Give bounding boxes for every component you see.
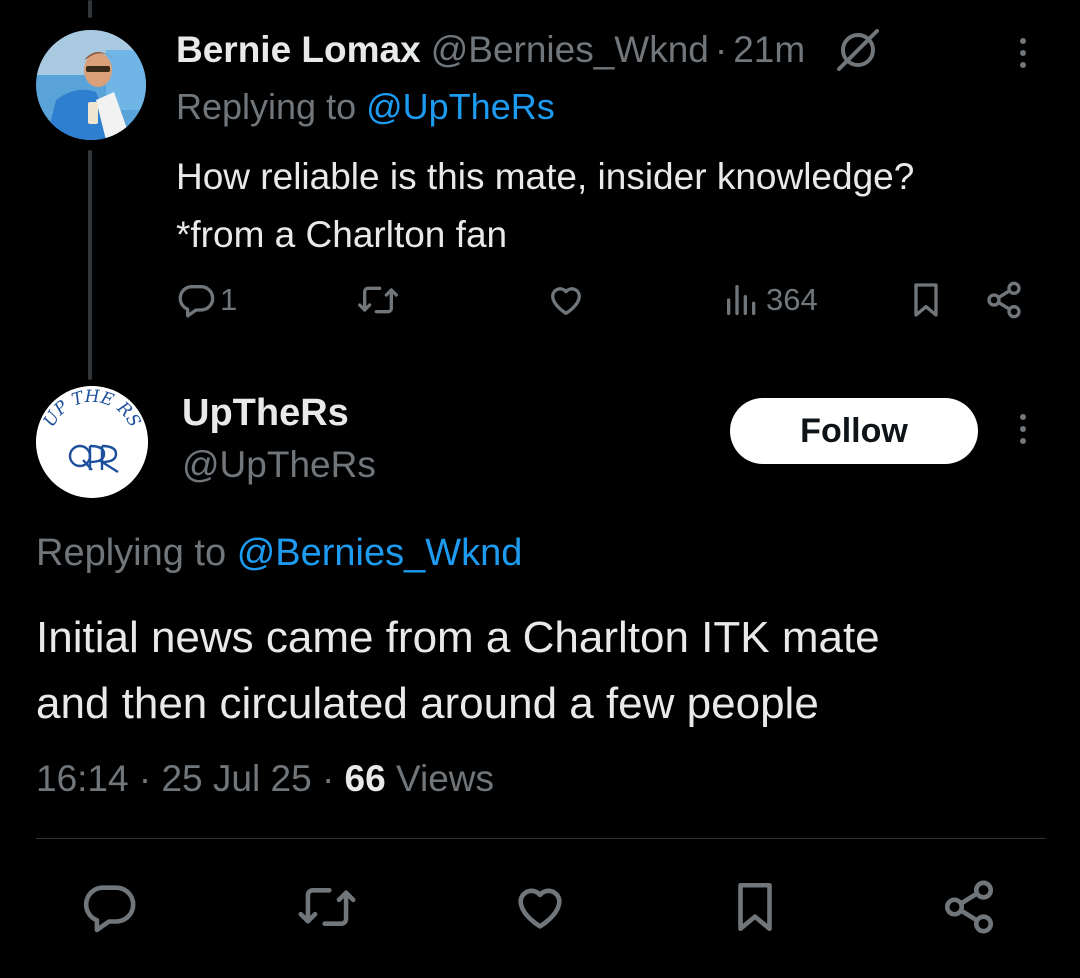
reply-text: How reliable is this mate, insider knowl…	[176, 148, 1056, 264]
retweet-button[interactable]	[356, 280, 400, 320]
bookmark-button[interactable]	[726, 878, 784, 936]
replying-to-link[interactable]: @UpTheRs	[366, 86, 555, 127]
reply-count: 1	[220, 282, 238, 317]
reply-button[interactable]	[80, 878, 138, 936]
views-button[interactable]: 364	[722, 280, 818, 320]
bookmark-icon	[906, 280, 946, 320]
replying-to-link[interactable]: @Bernies_Wknd	[237, 532, 523, 574]
tweet-date[interactable]: 25 Jul 25	[161, 758, 311, 799]
timestamp[interactable]: 21m	[733, 29, 805, 71]
main-tweet-text: Initial news came from a Charlton ITK ma…	[36, 605, 880, 737]
tweet-time[interactable]: 16:14	[36, 758, 129, 799]
avatar-uptheRs[interactable]: UP THE RS	[36, 386, 148, 498]
avatar-bernie[interactable]	[36, 30, 146, 140]
main-actions	[0, 878, 1080, 942]
reply-actions: 1 364	[0, 280, 1080, 324]
like-button[interactable]	[510, 878, 570, 936]
like-icon	[510, 878, 570, 936]
grok-icon[interactable]	[833, 25, 883, 75]
like-icon	[545, 280, 587, 320]
follow-button[interactable]: Follow	[730, 398, 978, 464]
reply-text-line: *from a Charlton fan	[176, 214, 508, 255]
separator-dot: ·	[321, 758, 345, 799]
main-author-name[interactable]: UpTheRs	[182, 392, 349, 435]
replying-prefix: Replying to	[176, 86, 357, 127]
share-button[interactable]	[940, 878, 998, 936]
reply-icon	[176, 280, 216, 320]
tweet-meta: 16:14 · 25 Jul 25 · 66 Views	[36, 758, 494, 800]
share-icon	[940, 878, 998, 936]
replying-prefix: Replying to	[36, 532, 227, 574]
thread-line	[88, 150, 92, 380]
more-icon[interactable]	[1020, 414, 1026, 444]
thread-line-top	[88, 0, 92, 18]
main-author-handle[interactable]: @UpTheRs	[182, 444, 376, 486]
share-icon	[984, 280, 1024, 320]
reply-icon	[80, 878, 138, 936]
replying-to: Replying to @UpTheRs	[176, 86, 555, 128]
main-text-line: and then circulated around a few people	[36, 679, 819, 728]
author-handle[interactable]: @Bernies_Wknd	[431, 29, 709, 71]
reply-text-line: How reliable is this mate, insider knowl…	[176, 156, 915, 197]
views-count: 364	[766, 282, 818, 317]
avatar-logo: UP THE RS	[36, 386, 148, 498]
divider	[36, 838, 1046, 839]
bookmark-button[interactable]	[906, 280, 946, 320]
main-text-line: Initial news came from a Charlton ITK ma…	[36, 613, 880, 662]
share-button[interactable]	[984, 280, 1024, 320]
retweet-button[interactable]	[296, 878, 358, 936]
reply-button[interactable]: 1	[176, 280, 237, 320]
separator-dot: ·	[138, 758, 162, 799]
tweet-views-count[interactable]: 66	[345, 758, 386, 799]
like-button[interactable]	[545, 280, 587, 320]
retweet-icon	[356, 280, 400, 320]
tweet-views-label: Views	[395, 758, 495, 799]
reply-header: Bernie Lomax @Bernies_Wknd · 21m	[176, 25, 883, 75]
retweet-icon	[296, 878, 358, 936]
separator-dot: ·	[714, 29, 728, 70]
more-icon[interactable]	[1020, 38, 1026, 68]
views-icon	[722, 280, 762, 320]
main-replying-to: Replying to @Bernies_Wknd	[36, 532, 522, 575]
bookmark-icon	[726, 878, 784, 936]
author-name[interactable]: Bernie Lomax	[176, 29, 421, 71]
